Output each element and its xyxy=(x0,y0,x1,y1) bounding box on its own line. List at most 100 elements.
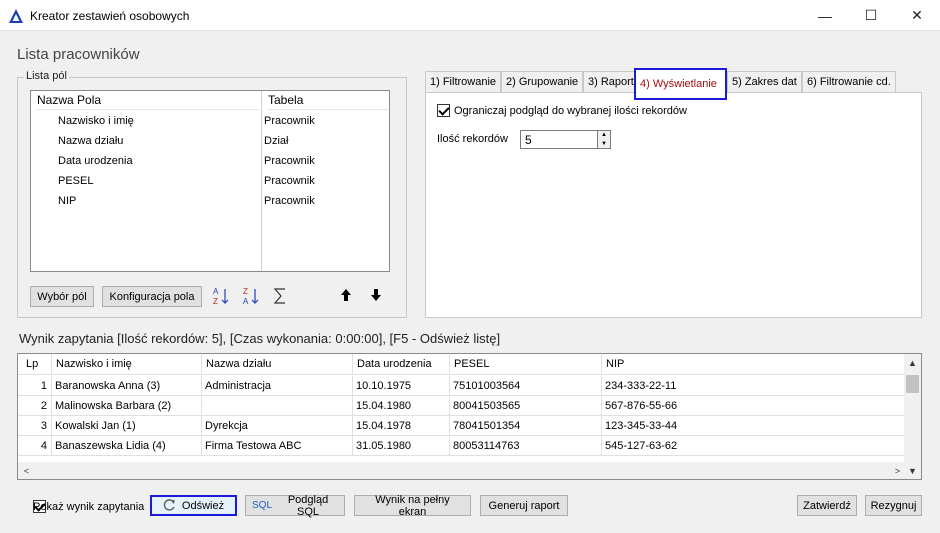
cell-pesel: 80053114763 xyxy=(450,436,602,456)
field-list-item[interactable]: PESEL xyxy=(58,175,93,187)
sql-preview-button[interactable]: SQL Podgląd SQL xyxy=(245,493,345,518)
arrow-down-icon[interactable] xyxy=(370,289,382,301)
close-button[interactable]: ✕ xyxy=(894,0,940,31)
tab-date-range[interactable]: 5) Zakres dat xyxy=(727,71,802,92)
field-list-column-divider xyxy=(261,91,262,271)
sum-icon[interactable] xyxy=(272,287,288,305)
table-row[interactable]: 4 Banaszewska Lidia (4) Firma Testowa AB… xyxy=(18,436,906,456)
record-count-label: Ilość rekordów xyxy=(437,133,508,145)
grid-header-lp[interactable]: Lp xyxy=(18,354,52,375)
scroll-down-icon[interactable]: ▼ xyxy=(904,462,921,479)
cell-department: Administracja xyxy=(202,376,353,396)
cell-birthdate: 15.04.1978 xyxy=(353,416,450,436)
sql-icon: SQL xyxy=(252,500,273,511)
field-list-header-table[interactable]: Tabela xyxy=(268,91,388,110)
cell-nip: 545-127-63-62 xyxy=(605,440,678,452)
cell-department xyxy=(202,396,353,416)
stepper-down-icon[interactable]: ▼ xyxy=(598,140,610,149)
refresh-button[interactable]: Odśwież xyxy=(150,495,237,516)
refresh-label: Odśwież xyxy=(181,499,225,512)
cell-name: Baranowska Anna (3) xyxy=(52,376,202,396)
field-list-item[interactable]: Nazwa działu xyxy=(58,135,123,147)
scroll-corner: ▼ xyxy=(904,462,921,479)
sort-za-icon[interactable]: Z A xyxy=(242,286,260,306)
refresh-icon xyxy=(163,499,175,511)
cell-department: Firma Testowa ABC xyxy=(202,436,353,456)
minimize-button[interactable]: — xyxy=(802,0,848,31)
table-row[interactable]: 3 Kowalski Jan (1) Dyrekcja 15.04.1978 7… xyxy=(18,416,906,436)
cell-lp: 2 xyxy=(18,396,52,416)
cell-name: Malinowska Barbara (2) xyxy=(52,396,202,416)
cell-nip: 234-333-22-11 xyxy=(605,380,677,392)
cell-birthdate: 15.04.1980 xyxy=(353,396,450,416)
field-list-item[interactable]: Data urodzenia xyxy=(58,155,133,167)
scroll-thumb[interactable] xyxy=(906,375,919,393)
field-list-header-name[interactable]: Nazwa Pola xyxy=(37,91,259,110)
confirm-button[interactable]: Zatwierdź xyxy=(797,495,857,516)
limit-preview-label[interactable]: Ograniczaj podgląd do wybranej ilości re… xyxy=(454,105,687,117)
field-list-item-table: Pracownik xyxy=(264,175,315,187)
app-logo-icon xyxy=(9,9,23,23)
cell-name: Banaszewska Lidia (4) xyxy=(52,436,202,456)
stepper-up-icon[interactable]: ▲ xyxy=(598,131,610,140)
arrow-up-icon[interactable] xyxy=(340,289,352,301)
cell-birthdate: 10.10.1975 xyxy=(353,376,450,396)
svg-text:A: A xyxy=(243,297,249,306)
tab-filtering[interactable]: 1) Filtrowanie xyxy=(425,71,501,92)
field-list-item-table: Pracownik xyxy=(264,195,315,207)
show-result-label[interactable]: Pokaż wynik zapytania xyxy=(33,501,144,513)
cell-lp: 4 xyxy=(18,436,52,456)
limit-preview-checkbox[interactable] xyxy=(437,104,450,117)
record-count-stepper[interactable]: ▲ ▼ xyxy=(597,130,611,149)
cell-nip: 567-876-55-66 xyxy=(605,400,678,412)
cell-pesel: 78041501354 xyxy=(450,416,602,436)
sort-az-icon[interactable]: A Z xyxy=(212,286,230,306)
maximize-button[interactable]: ☐ xyxy=(848,0,894,31)
field-list-item-table: Dział xyxy=(264,135,289,147)
window-title: Kreator zestawień osobowych xyxy=(30,9,190,23)
sql-preview-label: Podgląd SQL xyxy=(287,493,329,518)
field-list-item[interactable]: Nazwisko i imię xyxy=(58,115,134,127)
cell-name: Kowalski Jan (1) xyxy=(52,416,202,436)
cell-nip: 123-345-33-44 xyxy=(605,420,678,432)
grid-header-pesel[interactable]: PESEL xyxy=(450,354,602,375)
grid-header-nip[interactable]: NIP xyxy=(602,354,906,375)
table-row[interactable]: 2 Malinowska Barbara (2) 15.04.1980 8004… xyxy=(18,396,906,416)
grid-header-department[interactable]: Nazwa działu xyxy=(202,354,353,375)
cell-lp: 1 xyxy=(18,376,52,396)
field-list-item[interactable]: NIP xyxy=(58,195,76,207)
scroll-up-icon[interactable]: ▲ xyxy=(904,354,921,371)
cell-pesel: 80041503565 xyxy=(450,396,602,416)
result-summary: Wynik zapytania [Ilość rekordów: 5], [Cz… xyxy=(19,331,501,346)
result-grid[interactable]: Lp Nazwisko i imię Nazwa działu Data uro… xyxy=(17,353,922,480)
cell-birthdate: 31.05.1980 xyxy=(353,436,450,456)
field-config-button[interactable]: Konfiguracja pola xyxy=(102,286,202,307)
field-list-item-table: Pracownik xyxy=(264,155,315,167)
fullscreen-result-button[interactable]: Wynik na pełny ekran xyxy=(354,494,471,518)
tab-grouping[interactable]: 2) Grupowanie xyxy=(501,71,583,92)
field-list[interactable]: Nazwa Pola Tabela Nazwisko i imię Pracow… xyxy=(30,90,390,272)
select-fields-button[interactable]: Wybór pól xyxy=(30,286,94,307)
title-bar: Kreator zestawień osobowych — ☐ ✕ xyxy=(0,0,940,31)
page-title: Lista pracowników xyxy=(17,46,140,63)
display-tab-panel xyxy=(425,92,922,318)
cell-lp: 3 xyxy=(18,416,52,436)
svg-text:Z: Z xyxy=(243,287,248,296)
fields-groupbox-label: Lista pól xyxy=(24,70,69,82)
field-list-item-table: Pracownik xyxy=(264,115,315,127)
generate-report-button[interactable]: Generuj raport xyxy=(480,495,568,516)
cancel-button[interactable]: Rezygnuj xyxy=(865,495,922,516)
record-count-input[interactable] xyxy=(520,130,598,149)
svg-text:A: A xyxy=(213,287,219,296)
tab-display[interactable]: 4) Wyświetlanie xyxy=(634,68,727,100)
grid-horizontal-scrollbar[interactable]: < > xyxy=(18,462,906,479)
tab-filtering-cont[interactable]: 6) Filtrowanie cd. xyxy=(802,71,896,92)
table-row[interactable]: 1 Baranowska Anna (3) Administracja 10.1… xyxy=(18,376,906,396)
scroll-left-icon[interactable]: < xyxy=(18,462,35,479)
tab-report[interactable]: 3) Raport xyxy=(583,71,635,92)
svg-text:Z: Z xyxy=(213,297,218,306)
grid-header-name[interactable]: Nazwisko i imię xyxy=(52,354,202,375)
grid-vertical-scrollbar[interactable]: ▲ xyxy=(904,354,921,462)
grid-header: Lp Nazwisko i imię Nazwa działu Data uro… xyxy=(18,354,906,375)
grid-header-birthdate[interactable]: Data urodzenia xyxy=(353,354,450,375)
